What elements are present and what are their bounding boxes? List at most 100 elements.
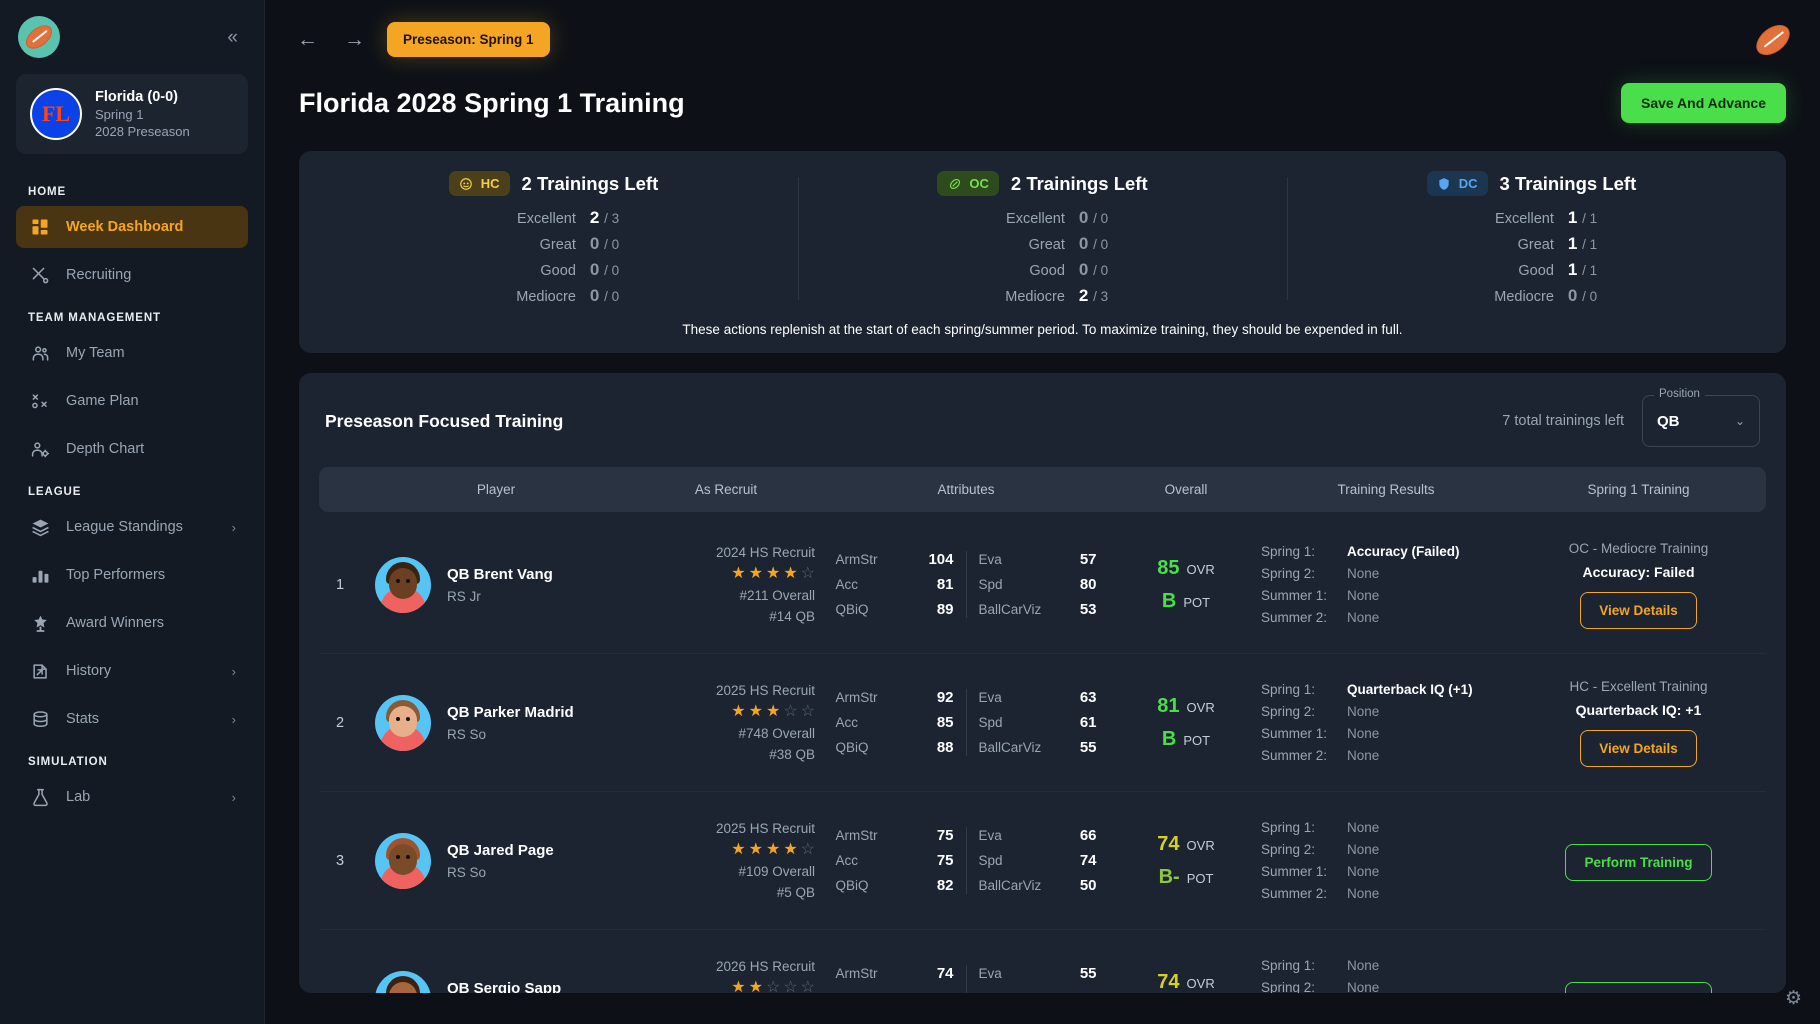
sidebar-item-lab[interactable]: Lab › bbox=[16, 776, 248, 818]
player-name: QB Jared Page bbox=[447, 841, 554, 859]
attribute-name: Acc bbox=[835, 715, 859, 730]
training-result-line: Summer 1: None bbox=[1261, 588, 1511, 603]
attribute-value: 80 bbox=[1079, 576, 1097, 593]
overall-label: OVR bbox=[1186, 699, 1215, 715]
sidebar-item-depth-chart[interactable]: Depth Chart bbox=[16, 428, 248, 470]
attribute-value: 85 bbox=[936, 714, 954, 731]
attribute-value: 63 bbox=[1079, 689, 1097, 706]
coach-code: OC bbox=[969, 176, 989, 191]
attribute-name: Eva bbox=[978, 828, 1002, 843]
sidebar-item-label: Recruiting bbox=[66, 267, 132, 283]
attribute-value: 82 bbox=[936, 877, 954, 894]
focused-training-header: Preseason Focused Training 7 total train… bbox=[319, 388, 1766, 467]
perform-training-button[interactable]: Perform Training bbox=[1565, 982, 1712, 993]
perform-training-button[interactable]: Perform Training bbox=[1565, 844, 1712, 881]
position-filter-select[interactable]: Position QB ⌄ bbox=[1642, 388, 1760, 447]
attribute-line: Acc 79 bbox=[836, 990, 954, 993]
player-cell[interactable]: QB Parker Madrid RS So bbox=[361, 694, 631, 751]
focused-training-card: Preseason Focused Training 7 total train… bbox=[299, 373, 1786, 993]
attribute-value: 75 bbox=[936, 827, 954, 844]
grade-max: / 0 bbox=[1093, 237, 1109, 252]
gear-icon[interactable]: ⚙ bbox=[1785, 987, 1802, 1010]
team-name: Florida (0-0) bbox=[95, 89, 178, 105]
sidebar-item-game-plan[interactable]: Game Plan bbox=[16, 380, 248, 422]
training-period: Summer 1: bbox=[1261, 588, 1328, 603]
trophy-star-icon bbox=[30, 613, 50, 633]
sidebar-item-label: Depth Chart bbox=[66, 441, 145, 457]
player-class-year: RS So bbox=[447, 864, 487, 880]
view-details-button[interactable]: View Details bbox=[1580, 591, 1697, 629]
attribute-line: Eva 57 bbox=[979, 551, 1097, 568]
attribute-name: ArmStr bbox=[835, 552, 878, 567]
training-period: Summer 2: bbox=[1261, 610, 1328, 625]
sidebar-item-league-standings[interactable]: League Standings › bbox=[16, 506, 248, 548]
spring-result: Accuracy: Failed bbox=[1582, 563, 1695, 580]
attribute-line: Spd 61 bbox=[979, 714, 1097, 731]
coach-header: OC 2 Trainings Left bbox=[937, 171, 1148, 196]
spring-training-cell: Perform Training bbox=[1511, 978, 1766, 993]
training-result-line: Spring 2: None bbox=[1261, 842, 1511, 857]
star-icon: ★ bbox=[731, 565, 746, 582]
player-cell[interactable]: QB Sergio SappRS Fr bbox=[361, 970, 631, 993]
recruit-cell: 2025 HS Recruit ★ ★ ★ ★ ☆ #109 Overall #5 QB bbox=[631, 821, 821, 900]
sidebar-item-my-team[interactable]: My Team bbox=[16, 332, 248, 374]
grade-row: Mediocre 0 / 0 bbox=[488, 286, 619, 306]
training-outcome: Quarterback IQ (+1) bbox=[1347, 682, 1473, 697]
chevron-right-icon: › bbox=[231, 663, 236, 679]
avatar bbox=[375, 970, 431, 993]
lab-flask-icon bbox=[30, 787, 50, 807]
training-result-line: Summer 2: None bbox=[1261, 610, 1511, 625]
sidebar-item-top-performers[interactable]: Top Performers bbox=[16, 554, 248, 596]
back-arrow-icon[interactable]: ← bbox=[293, 26, 322, 54]
sidebar-item-week-dashboard[interactable]: Week Dashboard bbox=[16, 206, 248, 248]
forward-arrow-icon[interactable]: → bbox=[340, 26, 369, 54]
training-outcome: None bbox=[1347, 566, 1380, 581]
sidebar-item-history[interactable]: History › bbox=[16, 650, 248, 692]
attribute-name: QBiQ bbox=[835, 602, 869, 617]
attribute-line: ArmStr 75 bbox=[836, 827, 954, 844]
col-player: Player bbox=[476, 482, 516, 497]
view-details-button[interactable]: View Details bbox=[1580, 729, 1697, 767]
sidebar-item-recruiting[interactable]: Recruiting bbox=[16, 254, 248, 296]
collapse-sidebar-icon[interactable]: « bbox=[221, 24, 242, 51]
attribute-value: 55 bbox=[1079, 965, 1097, 982]
grade-max: / 3 bbox=[604, 211, 620, 226]
team-card[interactable]: FL Florida (0-0) Spring 1 2028 Preseason bbox=[16, 74, 248, 154]
coach-badge-hc[interactable]: HC bbox=[448, 171, 510, 196]
sidebar-item-label: History bbox=[66, 663, 112, 679]
star-icon: ★ bbox=[765, 703, 781, 720]
save-and-advance-button[interactable]: Save And Advance bbox=[1620, 83, 1786, 123]
main-content: ← → Preseason: Spring 1 Florida 2028 Spr… bbox=[265, 0, 1820, 1024]
attribute-line: Spd 74 bbox=[979, 852, 1097, 869]
grade-row: Mediocre 2 / 3 bbox=[977, 286, 1108, 306]
star-icon: ★ bbox=[783, 841, 798, 858]
coach-badge-dc[interactable]: DC bbox=[1426, 171, 1488, 196]
star-icon: ☆ bbox=[783, 979, 798, 994]
star-icon: ☆ bbox=[800, 565, 815, 582]
coach-header: HC 2 Trainings Left bbox=[448, 171, 658, 196]
player-cell[interactable]: QB Brent Vang RS Jr bbox=[361, 556, 631, 613]
potential-label: POT bbox=[1183, 732, 1211, 748]
player-cell[interactable]: QB Jared Page RS So bbox=[361, 832, 631, 889]
database-icon bbox=[30, 709, 50, 729]
spring-training-cell: OC - Mediocre Training Accuracy: Failed Vi… bbox=[1511, 541, 1766, 629]
sidebar-item-stats[interactable]: Stats › bbox=[16, 698, 248, 740]
grade-value: 0 / 0 bbox=[1078, 260, 1109, 279]
attribute-name: Acc bbox=[835, 577, 859, 592]
recruit-cell: 2024 HS Recruit ★ ★ ★ ★ ☆ #211 Overall #14 QB bbox=[631, 545, 821, 624]
recruit-cell: 2026 HS Recruit★★☆☆☆#1044 Overall#54 QB bbox=[631, 959, 821, 993]
training-outcome: None bbox=[1347, 588, 1380, 603]
overall-rating: 74 bbox=[1157, 970, 1180, 993]
coach-badge-oc[interactable]: OC bbox=[937, 171, 999, 196]
sidebar-item-award-winners[interactable]: Award Winners bbox=[16, 602, 248, 644]
attribute-line: BallCarViz 53 bbox=[979, 601, 1097, 618]
grade-label: Excellent bbox=[1495, 211, 1554, 227]
attribute-name: BallCarViz bbox=[978, 878, 1042, 893]
week-pill-button[interactable]: Preseason: Spring 1 bbox=[387, 22, 550, 57]
grade-label: Good bbox=[540, 263, 576, 279]
topbar: ← → Preseason: Spring 1 bbox=[265, 0, 1820, 61]
attributes-cell: ArmStr74Acc79QBiQ84Eva55Spd66BallCarViz4… bbox=[821, 965, 1111, 993]
attribute-name: Eva bbox=[978, 552, 1002, 567]
col-overall: Overall bbox=[1164, 482, 1208, 497]
training-period: Spring 1: bbox=[1261, 820, 1316, 835]
